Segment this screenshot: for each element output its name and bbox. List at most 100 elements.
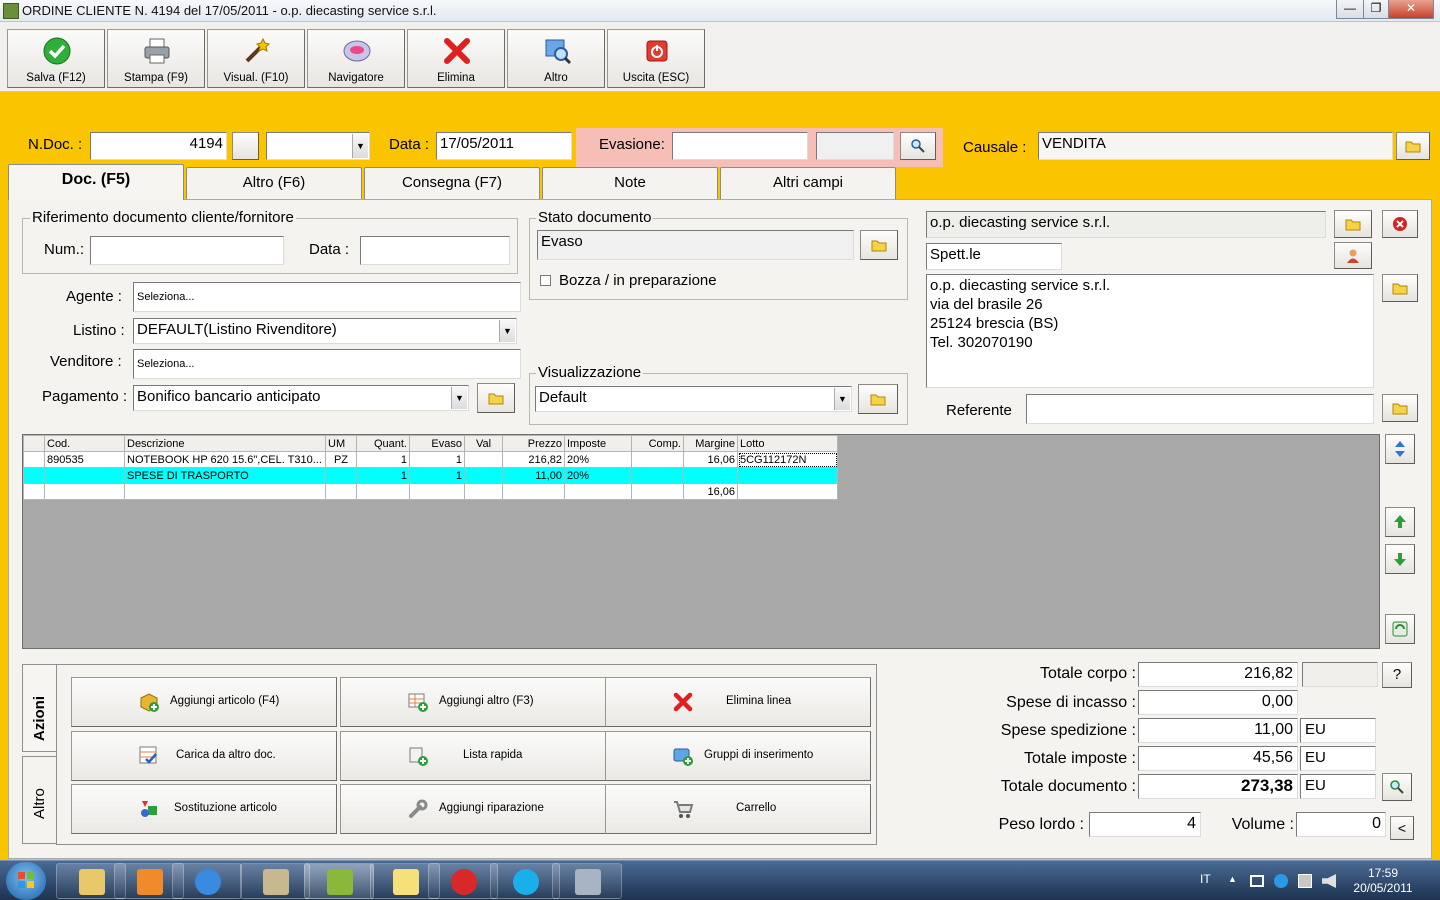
table-cell[interactable]	[737, 483, 838, 500]
table-cell[interactable]: 16,06	[683, 483, 738, 500]
referente-input[interactable]	[1026, 394, 1374, 424]
cliente-remove-button[interactable]	[1382, 210, 1418, 238]
table-cell[interactable]	[631, 483, 684, 500]
volume-icon[interactable]	[1322, 874, 1336, 888]
table-cell[interactable]	[631, 451, 684, 468]
help-button[interactable]: ?	[1382, 662, 1412, 688]
ndoc-input[interactable]: 4194	[90, 132, 227, 160]
taskbar-app-window[interactable]	[240, 863, 310, 899]
salutation-field[interactable]: Spett.le	[926, 243, 1062, 270]
language-indicator[interactable]: IT	[1200, 872, 1211, 886]
restore-button[interactable]: ❐	[1363, 0, 1389, 19]
replace-article-button[interactable]: Sostituzione articolo	[71, 784, 337, 834]
table-cell[interactable]	[464, 451, 503, 468]
collapse-button[interactable]: <	[1390, 816, 1414, 840]
table-cell[interactable]	[631, 467, 684, 484]
tab-altro-actions[interactable]: Altro	[22, 756, 56, 844]
evasione-input[interactable]	[672, 132, 808, 160]
bozza-checkbox[interactable]	[540, 275, 551, 286]
navigator-button[interactable]: Navigatore	[307, 29, 405, 88]
table-row[interactable]: 890535 NOTEBOOK HP 620 15.6",CEL. T310..…	[23, 451, 838, 468]
taskbar-strawberry[interactable]	[428, 863, 498, 899]
preview-button[interactable]: Visual. (F10)	[207, 29, 305, 88]
table-cell[interactable]	[325, 483, 357, 500]
table-cell[interactable]: 1	[409, 451, 465, 468]
taskbar-internet-explorer[interactable]	[172, 863, 242, 899]
table-cell[interactable]: PZ	[325, 451, 357, 468]
column-header[interactable]: Val	[464, 435, 503, 452]
add-other-button[interactable]: Aggiungi altro (F3)	[340, 677, 606, 727]
move-line-down-button[interactable]	[1385, 544, 1415, 574]
visualizzazione-dropdown[interactable]: Default ▼	[535, 386, 852, 412]
row-indicator[interactable]	[23, 483, 45, 500]
quick-list-button[interactable]: Lista rapida	[340, 731, 606, 781]
refresh-lines-button[interactable]	[1385, 614, 1415, 644]
spese-incasso-field[interactable]: 0,00	[1138, 690, 1298, 715]
column-header[interactable]: Evaso	[409, 435, 465, 452]
table-cell[interactable]: 216,82	[502, 451, 565, 468]
row-indicator[interactable]	[23, 451, 45, 468]
evasione-search-button[interactable]	[900, 132, 936, 160]
table-cell[interactable]	[464, 467, 503, 484]
table-cell[interactable]: 5CG112172N	[737, 451, 838, 468]
ndoc-series-dropdown[interactable]: ▼	[266, 132, 370, 160]
cliente-browse-button[interactable]	[1334, 210, 1372, 238]
table-cell[interactable]: 1	[409, 467, 465, 484]
cliente-contact-button[interactable]	[1334, 242, 1372, 269]
table-cell[interactable]	[124, 483, 326, 500]
agente-selector[interactable]: Seleziona...	[133, 282, 521, 312]
volume-field[interactable]: 0	[1296, 812, 1386, 837]
address-browse-button[interactable]	[1382, 274, 1418, 302]
table-cell[interactable]: 1	[356, 467, 410, 484]
security-icon[interactable]	[1274, 874, 1288, 888]
save-button[interactable]: Salva (F12)	[7, 29, 105, 88]
cliente-address-box[interactable]: o.p. diecasting service s.r.l. via del b…	[926, 274, 1374, 388]
table-cell[interactable]	[564, 483, 632, 500]
column-header[interactable]: Quant.	[356, 435, 410, 452]
table-cell[interactable]	[502, 483, 565, 500]
more-button[interactable]: Altro	[507, 29, 605, 88]
row-indicator[interactable]	[23, 467, 45, 484]
cart-button[interactable]: Carrello	[605, 784, 871, 834]
table-row[interactable]: 16,06	[23, 483, 838, 500]
table-cell[interactable]: SPESE DI TRASPORTO	[124, 467, 326, 484]
minimize-button[interactable]: —	[1336, 0, 1364, 19]
pagamento-browse-button[interactable]	[477, 383, 515, 413]
table-cell[interactable]: 16,06	[683, 451, 738, 468]
add-article-button[interactable]: Aggiungi articolo (F4)	[71, 677, 337, 727]
table-cell[interactable]	[737, 467, 838, 484]
ndoc-suffix-button[interactable]	[232, 132, 259, 160]
visualizzazione-browse-button[interactable]	[858, 384, 898, 414]
tab-altro[interactable]: Altro (F6)	[186, 167, 362, 199]
taskbar-skype[interactable]	[490, 863, 560, 899]
add-repair-button[interactable]: Aggiungi riparazione	[340, 784, 606, 834]
column-header[interactable]: Imposte	[564, 435, 632, 452]
delete-line-button[interactable]: Elimina linea	[605, 677, 871, 727]
exit-button[interactable]: Uscita (ESC)	[607, 29, 705, 88]
riferimento-num-input[interactable]	[90, 236, 284, 265]
table-cell[interactable]: 11,00	[502, 467, 565, 484]
table-cell[interactable]: 1	[356, 451, 410, 468]
column-header[interactable]: Margine	[683, 435, 738, 452]
start-button[interactable]	[6, 862, 46, 900]
tab-doc[interactable]: Doc. (F5)	[8, 164, 184, 200]
table-cell[interactable]: 890535	[44, 451, 125, 468]
table-row[interactable]: SPESE DI TRASPORTO 1 1 11,00 20%	[23, 467, 838, 484]
pagamento-dropdown[interactable]: Bonifico bancario anticipato ▼	[133, 385, 469, 411]
table-cell[interactable]	[464, 483, 503, 500]
riferimento-data-input[interactable]	[360, 236, 510, 265]
action-center-icon[interactable]	[1298, 874, 1312, 888]
table-cell[interactable]	[683, 467, 738, 484]
listino-dropdown[interactable]: DEFAULT(Listino Rivenditore) ▼	[133, 318, 517, 344]
close-window-button[interactable]: ✕	[1388, 0, 1434, 19]
table-cell[interactable]: 20%	[564, 467, 632, 484]
peso-lordo-field[interactable]: 4	[1089, 812, 1201, 837]
document-lines-grid[interactable]: Cod. Descrizione UM Quant. Evaso Val Pre…	[22, 434, 1380, 649]
move-line-up-button[interactable]	[1385, 507, 1415, 537]
delete-button[interactable]: Elimina	[407, 29, 505, 88]
causale-browse-button[interactable]	[1396, 132, 1430, 160]
table-cell[interactable]	[356, 483, 410, 500]
column-header[interactable]: Descrizione	[124, 435, 326, 452]
table-cell[interactable]: NOTEBOOK HP 620 15.6",CEL. T310...	[124, 451, 326, 468]
load-from-document-button[interactable]: Carica da altro doc.	[71, 731, 337, 781]
